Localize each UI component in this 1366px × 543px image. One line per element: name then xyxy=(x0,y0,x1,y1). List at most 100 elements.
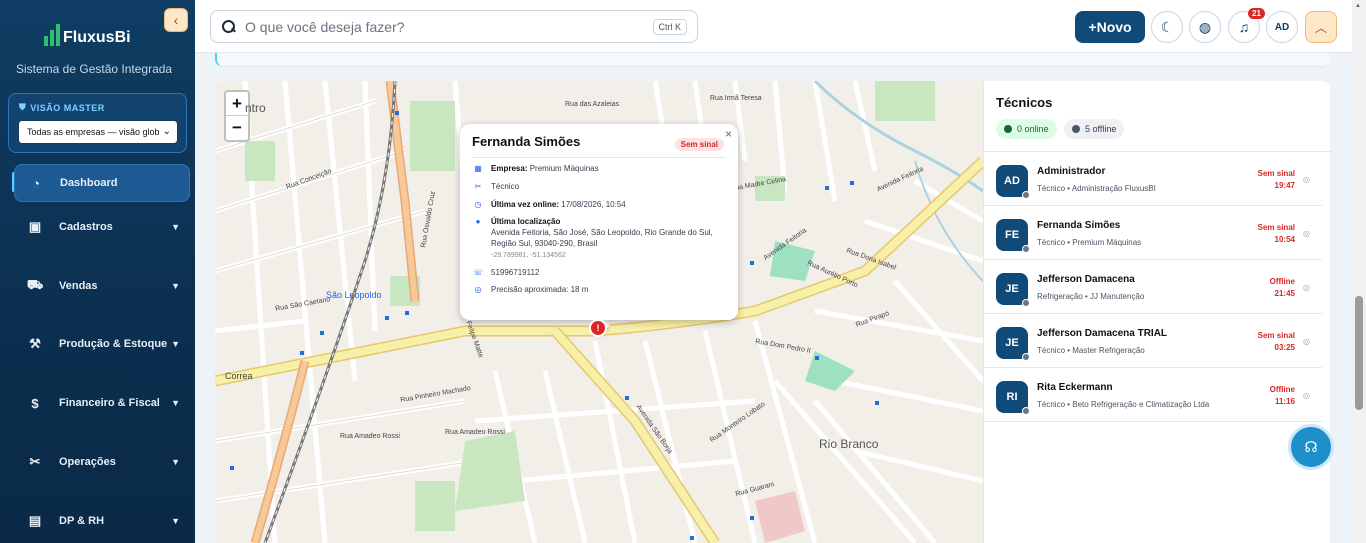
sidebar: ‹ FluxusBi Sistema de Gestão Integrada ⛊… xyxy=(0,0,195,543)
content-strip xyxy=(215,53,1330,67)
dashboard-icon: ◔ xyxy=(32,175,40,191)
status-dot-icon xyxy=(1022,299,1030,307)
technician-status: Offline 11:16 xyxy=(1270,384,1295,407)
street-label: Rua das Azaleias xyxy=(565,101,620,108)
popup-location-label: Última localização xyxy=(491,217,561,227)
technician-name: Jefferson Damacena TRIAL xyxy=(1037,328,1168,339)
popup-company-row: ▦ Empresa: Premium Máquinas xyxy=(472,164,726,175)
locate-icon[interactable]: ◎ xyxy=(1303,337,1310,346)
technician-avatar: JE xyxy=(996,273,1030,307)
locate-icon[interactable]: ◎ xyxy=(1303,229,1310,238)
popup-company-label: Empresa: xyxy=(491,164,528,173)
nav-label: Cadastros xyxy=(59,221,113,233)
technician-row[interactable]: AD Administrador Técnico • Administração… xyxy=(984,152,1322,206)
user-avatar-button[interactable]: AD xyxy=(1266,11,1298,43)
popup-location-row: ● Última localização Avenida Feitoria, S… xyxy=(472,217,726,260)
status-time: 11:16 xyxy=(1274,396,1295,406)
online-filter-pill[interactable]: 0 online xyxy=(996,119,1057,139)
clock-icon: ◷ xyxy=(474,199,482,209)
popup-precision: Precisão aproximada: 18 m xyxy=(491,285,589,295)
caret-down-icon: ▼ xyxy=(171,281,180,291)
close-popup-button[interactable]: × xyxy=(725,127,732,141)
search-bar[interactable]: Ctrl K xyxy=(210,10,698,43)
technician-row[interactable]: RI Rita Eckermann Técnico • Beto Refrige… xyxy=(984,368,1322,422)
technician-status: Sem sinal 03:25 xyxy=(1258,330,1295,353)
nav-label: Produção & Estoque xyxy=(59,338,168,350)
technician-status: Offline 21:45 xyxy=(1270,276,1295,299)
chevron-down-icon: ⌄ xyxy=(162,126,171,137)
avatar-initials: JE xyxy=(1005,283,1019,295)
chevron-left-icon: ‹ xyxy=(173,12,179,28)
technician-map-marker[interactable]: ! xyxy=(589,319,607,337)
new-button[interactable]: +Novo xyxy=(1075,11,1145,43)
technician-avatar: FE xyxy=(996,219,1030,253)
theme-toggle-button[interactable]: ☾ xyxy=(1151,11,1183,43)
cart-icon: ⛟ xyxy=(26,277,44,292)
nav-label: Vendas xyxy=(59,280,98,292)
offline-count: 5 offline xyxy=(1085,124,1117,134)
notifications-button[interactable]: ♫ 21 xyxy=(1228,8,1265,43)
nav-vendas[interactable]: ⛟ Vendas ▼ xyxy=(14,267,190,305)
map-place-sao-leopoldo: São Leopoldo xyxy=(326,290,382,300)
technician-name: Fernanda Simões xyxy=(1037,220,1121,231)
page-scrollbar[interactable]: ▲ xyxy=(1352,0,1366,543)
nav-cadastros[interactable]: ▣ Cadastros ▼ xyxy=(14,208,190,246)
locate-icon[interactable]: ◎ xyxy=(1303,283,1310,292)
chevron-up-icon: ︿ xyxy=(1314,20,1327,35)
scroll-up-icon[interactable]: ▲ xyxy=(1355,3,1361,9)
status-text: Sem sinal xyxy=(1257,223,1295,232)
status-time: 19:47 xyxy=(1274,180,1295,190)
company-select[interactable]: Todas as empresas — visão glob ⌄ xyxy=(18,120,178,144)
vision-master-box: ⛊ VISÃO MASTER Todas as empresas — visão… xyxy=(8,93,187,153)
hammer-icon: ⚒ xyxy=(29,336,41,351)
nav-label: Financeiro & Fiscal xyxy=(59,397,160,409)
technician-row[interactable]: JE Jefferson Damacena TRIAL Técnico • Ma… xyxy=(984,314,1322,368)
nav-dp-rh[interactable]: ▤ DP & RH ▼ xyxy=(14,502,190,540)
technician-avatar: JE xyxy=(996,327,1030,361)
technician-subtitle: Técnico • Premium Máquinas xyxy=(1037,238,1142,247)
technician-row[interactable]: FE Fernanda Simões Técnico • Premium Máq… xyxy=(984,206,1322,260)
technician-avatar: RI xyxy=(996,381,1030,415)
notification-badge: 21 xyxy=(1248,8,1265,19)
technicians-title: Técnicos xyxy=(996,95,1053,110)
support-button[interactable]: ☊ xyxy=(1288,424,1334,470)
avatar-initials: JE xyxy=(1005,337,1019,349)
online-count: 0 online xyxy=(1017,124,1049,134)
vision-label-text: VISÃO MASTER xyxy=(30,102,105,113)
technician-status: Sem sinal 19:47 xyxy=(1258,168,1295,191)
nav-operacoes[interactable]: ✂ Operações ▼ xyxy=(14,443,190,481)
popup-address: Avenida Feitoria, São José, São Leopoldo… xyxy=(491,228,713,248)
technician-subtitle: Técnico • Administração FluxusBI xyxy=(1037,184,1156,193)
nav-producao-estoque[interactable]: ⚒ Produção & Estoque ▼ xyxy=(14,325,190,363)
zoom-out-button[interactable]: − xyxy=(226,116,248,140)
technician-subtitle: Técnico • Master Refrigeração xyxy=(1037,346,1145,355)
locate-icon[interactable]: ◎ xyxy=(1303,391,1310,400)
caret-down-icon: ▼ xyxy=(171,516,180,526)
phone-icon: ☏ xyxy=(472,267,483,277)
status-dot-icon xyxy=(1022,245,1030,253)
logo: FluxusBi xyxy=(44,20,131,46)
popup-last-online-label: Última vez online: xyxy=(491,199,560,209)
nav-dashboard[interactable]: ◔ Dashboard xyxy=(14,164,190,202)
popup-coords: -29.789981, -51.134562 xyxy=(491,251,566,259)
status-dot-icon xyxy=(1022,407,1030,415)
collapse-header-button[interactable]: ︿ xyxy=(1305,11,1337,43)
collapse-sidebar-button[interactable]: ‹ xyxy=(164,8,188,32)
tools-icon: ✂ xyxy=(474,181,482,191)
technician-popup: × Fernanda Simões Sem sinal ▦ Empresa: P… xyxy=(460,124,738,320)
building-icon: ▦ xyxy=(474,164,482,173)
scrollbar-thumb[interactable] xyxy=(1355,296,1363,410)
technician-subtitle: Refrigeração • JJ Manutenção xyxy=(1037,292,1145,301)
search-icon xyxy=(221,19,237,35)
caret-down-icon: ▼ xyxy=(171,339,180,349)
nav-financeiro-fiscal[interactable]: $ Financeiro & Fiscal ▼ xyxy=(14,384,190,422)
palette-button[interactable]: ◍ xyxy=(1189,11,1221,43)
locate-icon[interactable]: ◎ xyxy=(1303,175,1310,184)
search-input[interactable] xyxy=(245,18,625,35)
zoom-control: + − xyxy=(224,90,250,142)
technician-name: Rita Eckermann xyxy=(1037,382,1113,393)
offline-filter-pill[interactable]: 5 offline xyxy=(1064,119,1125,139)
vision-label: ⛊ VISÃO MASTER xyxy=(19,102,105,113)
technician-row[interactable]: JE Jefferson Damacena Refrigeração • JJ … xyxy=(984,260,1322,314)
status-time: 03:25 xyxy=(1274,342,1295,352)
